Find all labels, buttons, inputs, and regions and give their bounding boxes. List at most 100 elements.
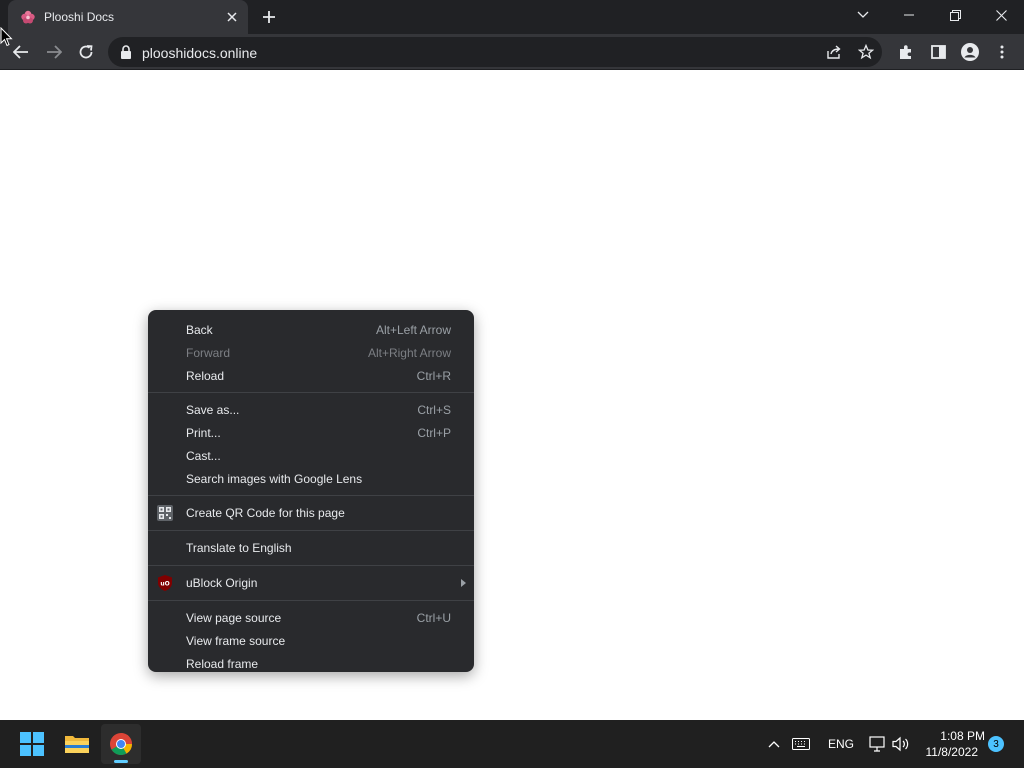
active-app-indicator xyxy=(114,760,128,763)
menu-item-label: View page source xyxy=(186,611,282,625)
qr-code-icon xyxy=(157,505,173,521)
menu-item-ublock-origin[interactable]: uO uBlock Origin xyxy=(148,571,474,595)
plooshi-flower-icon xyxy=(21,10,35,24)
menu-item-google-lens[interactable]: Search images with Google Lens xyxy=(148,467,474,490)
plus-icon xyxy=(263,11,275,23)
forward-button[interactable] xyxy=(40,38,68,66)
minimize-icon xyxy=(904,14,914,16)
clock-date[interactable]: 11/8/2022 xyxy=(918,745,979,759)
share-button[interactable] xyxy=(824,42,844,62)
volume-button[interactable] xyxy=(891,734,911,754)
chevron-up-icon xyxy=(768,741,780,748)
menu-separator xyxy=(148,565,474,566)
show-hidden-icons-button[interactable] xyxy=(764,734,784,754)
menu-item-translate[interactable]: Translate to English xyxy=(148,536,474,560)
svg-text:uO: uO xyxy=(160,581,169,588)
menu-item-reload-frame[interactable]: Reload frame xyxy=(148,652,474,675)
side-panel-icon xyxy=(930,45,946,59)
menu-item-view-frame-source[interactable]: View frame source xyxy=(148,629,474,652)
tab-strip: Plooshi Docs xyxy=(0,0,1024,34)
lock-icon xyxy=(121,45,131,59)
chevron-down-icon xyxy=(857,11,869,18)
browser-toolbar: plooshidocs.online xyxy=(0,34,1024,70)
close-window-button[interactable] xyxy=(978,0,1024,30)
menu-item-back[interactable]: Back Alt+Left Arrow xyxy=(148,318,474,341)
keyboard-icon xyxy=(792,738,810,750)
new-tab-button[interactable] xyxy=(258,6,280,28)
network-button[interactable] xyxy=(867,734,887,754)
menu-separator xyxy=(148,600,474,601)
menu-item-label: Save as... xyxy=(186,403,240,417)
close-icon xyxy=(227,12,237,22)
menu-item-view-page-source[interactable]: View page source Ctrl+U xyxy=(148,606,474,629)
menu-item-forward[interactable]: Forward Alt+Right Arrow xyxy=(148,341,474,364)
share-icon xyxy=(827,45,841,59)
minimize-button[interactable] xyxy=(886,0,932,30)
more-vertical-icon xyxy=(1000,45,1004,59)
address-bar[interactable]: plooshidocs.online xyxy=(108,37,882,67)
bookmark-button[interactable] xyxy=(856,42,876,62)
menu-item-label: Reload xyxy=(186,369,225,383)
language-indicator[interactable]: ENG xyxy=(828,737,854,751)
chrome-taskbar-button[interactable] xyxy=(101,724,141,764)
menu-item-label: Forward xyxy=(186,346,231,360)
menu-item-label: uBlock Origin xyxy=(186,576,258,590)
menu-item-shortcut: Alt+Left Arrow xyxy=(375,323,451,337)
menu-item-reload[interactable]: Reload Ctrl+R xyxy=(148,364,474,387)
close-icon xyxy=(995,9,1007,21)
menu-separator xyxy=(148,530,474,531)
side-panel-button[interactable] xyxy=(924,38,952,66)
context-menu: Back Alt+Left Arrow Forward Alt+Right Ar… xyxy=(148,310,474,672)
menu-item-label: Reload frame xyxy=(186,657,259,671)
touch-keyboard-button[interactable] xyxy=(791,734,811,754)
tab-title: Plooshi Docs xyxy=(44,10,115,24)
menu-item-shortcut: Ctrl+R xyxy=(416,369,451,383)
menu-separator xyxy=(148,495,474,496)
profile-button[interactable] xyxy=(956,38,984,66)
submenu-arrow-icon xyxy=(461,579,466,587)
arrow-left-icon xyxy=(13,45,28,59)
puzzle-icon xyxy=(900,45,911,59)
clock-time[interactable]: 1:08 PM xyxy=(925,729,985,743)
taskbar: ENG 1:08 PM 11/8/2022 3 xyxy=(0,720,1024,768)
folder-icon xyxy=(65,736,89,753)
file-explorer-button[interactable] xyxy=(57,724,97,764)
menu-item-label: Print... xyxy=(186,426,221,440)
restore-button[interactable] xyxy=(932,0,978,30)
chrome-icon xyxy=(110,733,132,755)
avatar-icon xyxy=(961,43,979,61)
menu-item-label: Search images with Google Lens xyxy=(186,472,363,486)
url-text: plooshidocs.online xyxy=(142,45,258,61)
star-icon xyxy=(858,44,874,60)
network-icon xyxy=(869,736,885,752)
start-button[interactable] xyxy=(12,724,52,764)
menu-item-print[interactable]: Print... Ctrl+P xyxy=(148,421,474,444)
restore-icon xyxy=(949,9,961,21)
speaker-icon xyxy=(892,736,909,752)
mouse-cursor-icon xyxy=(0,27,13,47)
reload-button[interactable] xyxy=(72,38,100,66)
chrome-menu-button[interactable] xyxy=(988,38,1016,66)
reload-icon xyxy=(79,45,93,59)
menu-item-label: Back xyxy=(186,323,213,337)
extensions-button[interactable] xyxy=(892,38,920,66)
tab-search-button[interactable] xyxy=(840,0,886,30)
notification-badge[interactable]: 3 xyxy=(988,736,1004,752)
menu-item-label: Cast... xyxy=(186,449,221,463)
ublock-origin-icon: uO xyxy=(158,575,172,591)
menu-item-label: Translate to English xyxy=(186,541,292,555)
windows-logo-icon xyxy=(20,732,44,756)
menu-item-shortcut: Ctrl+U xyxy=(416,611,451,625)
browser-tab[interactable]: Plooshi Docs xyxy=(8,0,248,34)
menu-item-save-as[interactable]: Save as... Ctrl+S xyxy=(148,398,474,421)
tab-close-button[interactable] xyxy=(222,7,242,27)
menu-item-label: Create QR Code for this page xyxy=(186,506,345,520)
menu-separator xyxy=(148,392,474,393)
menu-item-cast[interactable]: Cast... xyxy=(148,444,474,467)
menu-item-shortcut: Alt+Right Arrow xyxy=(367,346,451,360)
menu-item-create-qr-code[interactable]: Create QR Code for this page xyxy=(148,501,474,525)
menu-item-shortcut: Ctrl+P xyxy=(417,426,451,440)
menu-item-shortcut: Ctrl+S xyxy=(417,403,451,417)
menu-item-label: View frame source xyxy=(186,634,286,648)
arrow-right-icon xyxy=(47,45,62,59)
